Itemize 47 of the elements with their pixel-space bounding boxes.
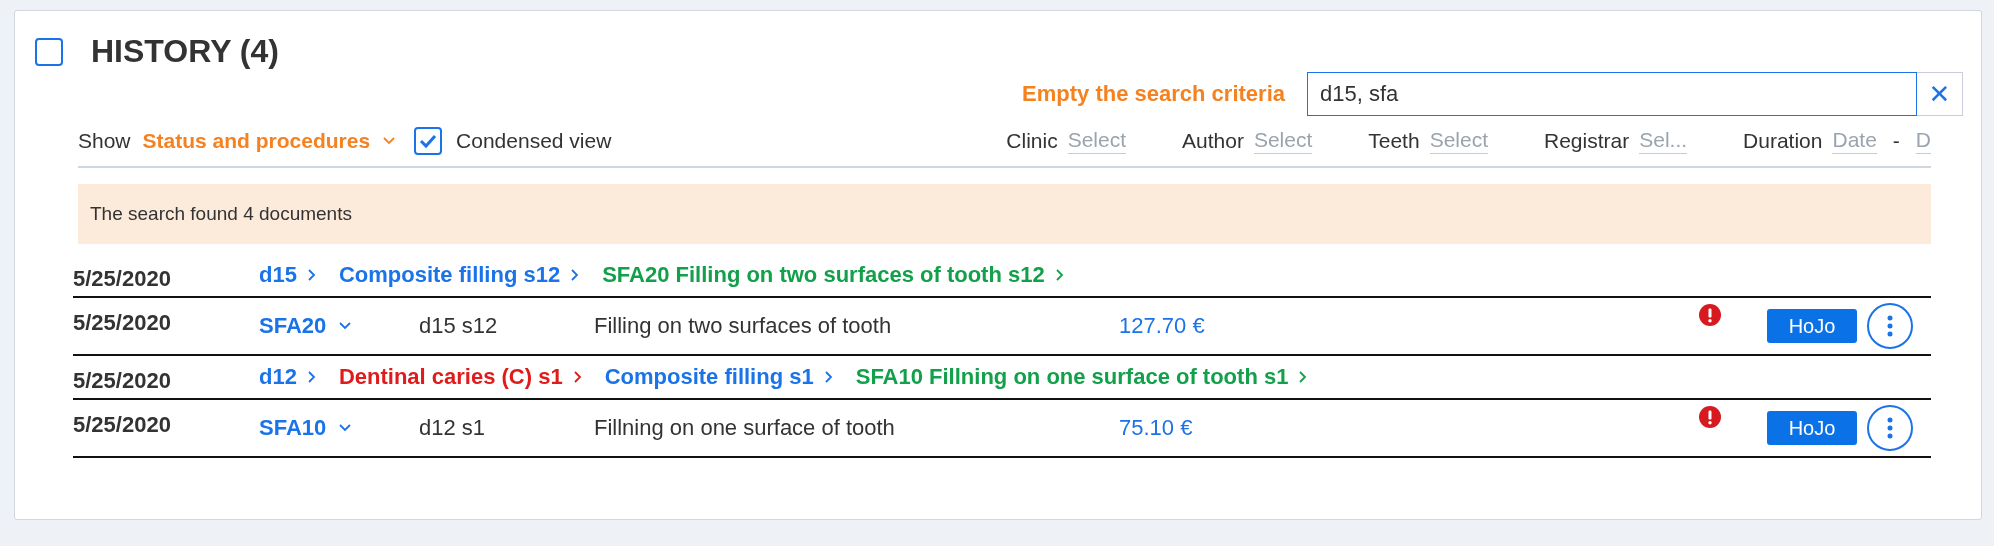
results-notice: The search found 4 documents	[78, 184, 1931, 244]
hojo-button[interactable]: HoJo	[1767, 411, 1857, 445]
show-dropdown[interactable]: Status and procedures	[142, 129, 397, 153]
filter-label: Duration	[1743, 129, 1823, 153]
select-checkbox[interactable]	[35, 37, 63, 66]
description-text: Filling on two surfaces of tooth	[594, 313, 893, 339]
close-button[interactable]: ✕	[1917, 72, 1963, 116]
date-text: 5/25/2020	[73, 411, 172, 438]
code-dropdown[interactable]: SFA10	[259, 415, 419, 441]
section-title: HISTORY (4)	[91, 33, 279, 70]
filter-label: Registrar	[1544, 129, 1630, 153]
checkbox-label: Condensed view	[456, 129, 612, 153]
filter-select[interactable]: Select	[1067, 128, 1126, 154]
more-icon	[1887, 315, 1893, 337]
filter-select[interactable]: Select	[1429, 128, 1488, 154]
teeth-text: d15 s12	[419, 313, 499, 339]
more-button[interactable]	[1867, 303, 1913, 349]
filter-label: Author	[1182, 129, 1244, 153]
date-text: 5/25/2020	[73, 265, 172, 292]
more-button[interactable]	[1867, 405, 1913, 451]
code-dropdown[interactable]: SFA20	[259, 313, 419, 339]
date-text: 5/25/2020	[73, 367, 172, 394]
price-text: 75.10 €	[1119, 415, 1194, 441]
filter-label: Clinic	[1006, 129, 1058, 153]
range-separator: -	[1892, 129, 1900, 153]
price-text: 127.70 €	[1119, 313, 1206, 339]
clear-search-link[interactable]: Empty the search criteria	[1022, 81, 1285, 107]
search-field[interactable]: d15, sfa	[1307, 72, 1917, 116]
breadcrumb-link[interactable]: d15	[259, 262, 297, 288]
show-label: Show	[78, 129, 131, 153]
filter-select[interactable]: Sel...	[1639, 128, 1688, 154]
hojo-button[interactable]: HoJo	[1767, 309, 1857, 343]
filter-select[interactable]: Select	[1253, 128, 1313, 154]
condensed-checkbox[interactable]	[414, 127, 443, 155]
breadcrumb-link[interactable]: SFA20 Filling on two surfaces of tooth s12	[602, 262, 1045, 288]
description-text: Fillning on one surface of tooth	[594, 415, 896, 441]
breadcrumb-link[interactable]: SFA10 Fillning on one surface of tooth s1	[855, 364, 1289, 390]
breadcrumb-link[interactable]: Composite filling s1	[604, 364, 814, 390]
more-icon	[1887, 417, 1893, 439]
teeth-text: d12 s1	[419, 415, 487, 441]
breadcrumb-link[interactable]: d12	[259, 364, 297, 390]
filter-label: Teeth	[1368, 129, 1420, 153]
date-field[interactable]: D	[1915, 128, 1931, 154]
breadcrumb-link[interactable]: Composite filling s12	[338, 262, 561, 288]
breadcrumb-link[interactable]: Dentinal caries (C) s1	[338, 364, 563, 390]
date-field[interactable]: Date	[1832, 128, 1877, 154]
date-text: 5/25/2020	[73, 309, 172, 336]
